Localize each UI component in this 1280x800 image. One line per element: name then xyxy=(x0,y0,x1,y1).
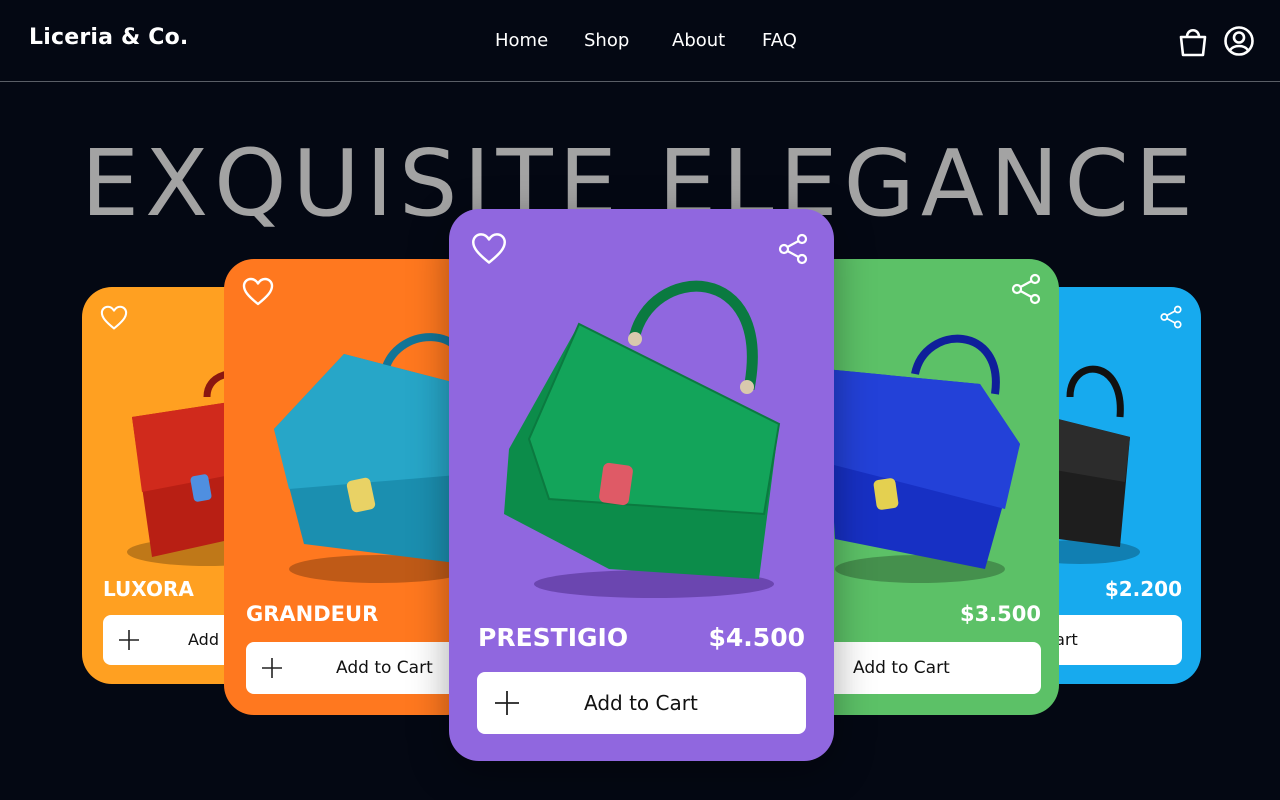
plus-icon xyxy=(119,630,139,650)
add-to-cart-label: Add to Cart xyxy=(336,658,433,678)
nav-home[interactable]: Home xyxy=(495,30,548,51)
plus-icon xyxy=(262,658,282,678)
share-icon[interactable] xyxy=(777,233,809,265)
add-to-cart-label: Add to Cart xyxy=(584,691,698,715)
add-to-cart-button[interactable]: Add to Cart xyxy=(246,642,476,694)
brand-logo[interactable]: Liceria & Co. xyxy=(29,25,188,50)
user-account-icon[interactable] xyxy=(1223,25,1255,57)
nav-faq[interactable]: FAQ xyxy=(762,30,797,51)
site-header: Liceria & Co. Home Shop About FAQ xyxy=(0,0,1280,82)
share-icon[interactable] xyxy=(1159,305,1183,329)
product-price: $3.500 xyxy=(959,602,1041,626)
product-image-teal-handbag xyxy=(274,333,476,583)
favorite-heart-icon[interactable] xyxy=(242,277,274,307)
shopping-bag-icon[interactable] xyxy=(1177,25,1209,57)
nav-about[interactable]: About xyxy=(672,30,725,51)
product-price: $2.200 xyxy=(1104,577,1182,601)
add-to-cart-button[interactable]: Add to Cart xyxy=(477,672,806,734)
product-name: LUXORA xyxy=(103,577,194,601)
product-card-grandeur[interactable]: GRANDEUR Add to Cart xyxy=(224,259,476,715)
product-price: $4.500 xyxy=(708,623,805,652)
product-card-blue-bag[interactable]: N $3.500 Add to Cart xyxy=(805,259,1059,715)
product-image-green-handbag xyxy=(504,280,781,598)
product-name: PRESTIGIO xyxy=(478,623,629,652)
favorite-heart-icon[interactable] xyxy=(471,232,507,266)
nav-shop[interactable]: Shop xyxy=(584,30,629,51)
plus-icon xyxy=(495,691,519,715)
product-image-blue-handbag xyxy=(825,334,1020,583)
favorite-heart-icon[interactable] xyxy=(100,305,128,331)
product-card-prestigio[interactable]: PRESTIGIO $4.500 Add to Cart xyxy=(449,209,834,761)
add-to-cart-label: Add to Cart xyxy=(853,658,950,678)
add-to-cart-button[interactable]: Add to Cart xyxy=(805,642,1041,694)
product-name: GRANDEUR xyxy=(246,602,379,626)
share-icon[interactable] xyxy=(1010,273,1042,305)
